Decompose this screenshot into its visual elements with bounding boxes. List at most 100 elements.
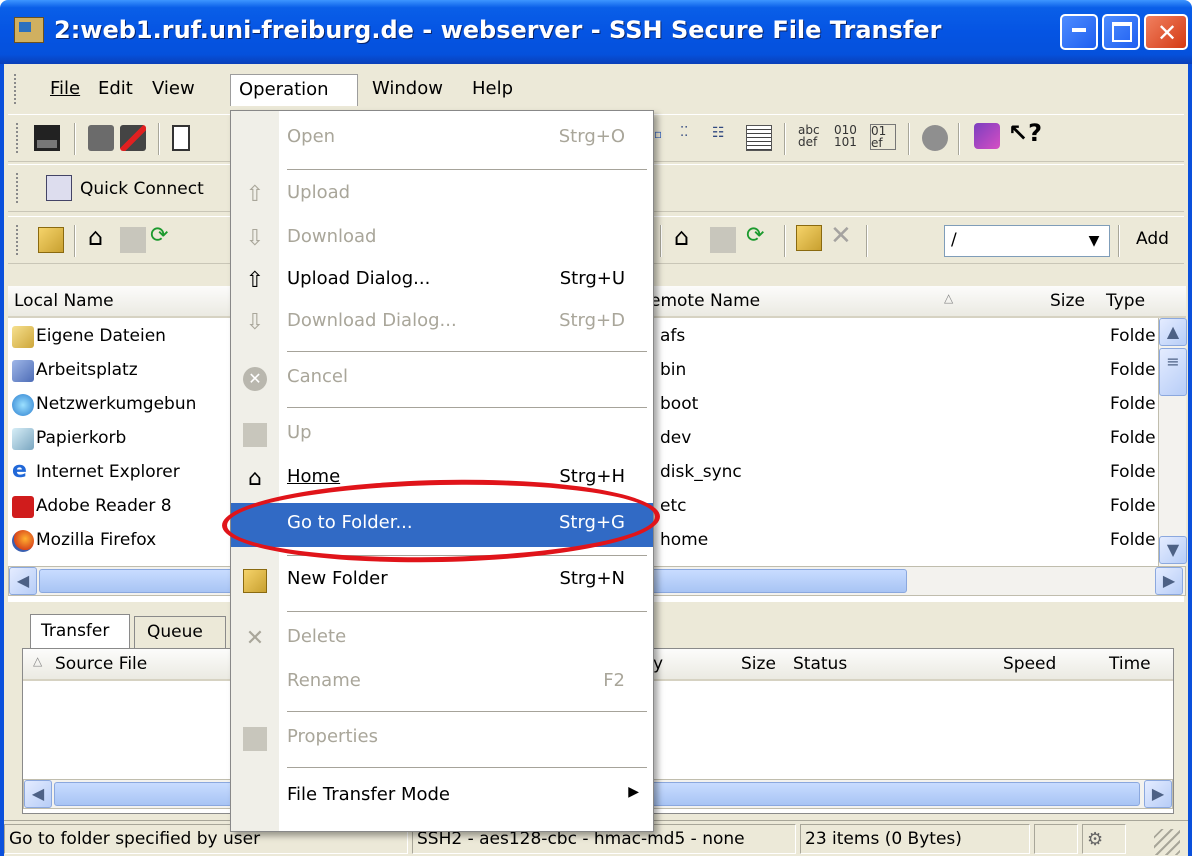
menu-separator (287, 611, 647, 612)
remote-home-icon[interactable]: ⌂ (674, 223, 700, 251)
minimize-button[interactable] (1060, 14, 1098, 50)
remote-refresh-icon[interactable]: ⟳ (746, 223, 772, 249)
menubar-grip[interactable] (14, 74, 19, 104)
title-bar[interactable]: 2:web1.ruf.uni-freiburg.de - webserver -… (0, 0, 1192, 64)
scroll-down-icon[interactable]: ▼ (1159, 536, 1187, 564)
scroll-thumb[interactable] (39, 569, 259, 593)
remote-path-value: / (951, 230, 957, 250)
download-icon: ⇩ (245, 310, 265, 335)
print-icon[interactable] (88, 125, 114, 151)
app-icon (14, 17, 44, 43)
quick-connect-icon (46, 175, 72, 201)
table-row[interactable]: disk_sync Folde (650, 458, 1160, 492)
close-button[interactable]: ✕ (1144, 14, 1188, 50)
table-row[interactable]: dev Folde (650, 424, 1160, 458)
tab-queue[interactable]: Queue (134, 616, 226, 648)
sort-indicator-icon: △ (33, 654, 43, 668)
toolbar-grip (16, 173, 21, 203)
destination-header[interactable]: y (653, 654, 663, 674)
local-name-header[interactable]: Local Name (14, 291, 114, 311)
ascii-mode-icon[interactable]: abc def (798, 124, 824, 150)
scroll-left-icon[interactable]: ◀ (24, 780, 52, 808)
menu-item-open[interactable]: Open Strg+O (231, 117, 653, 161)
add-button[interactable]: Add (1136, 229, 1169, 249)
status-header[interactable]: Status (793, 654, 847, 674)
menu-item-upload-dialog[interactable]: ⇧ Upload Dialog... Strg+U (231, 259, 653, 303)
remote-up-icon[interactable] (710, 227, 736, 253)
menu-window[interactable]: Window (364, 74, 451, 106)
local-folder-icon[interactable] (38, 227, 64, 253)
context-help-icon[interactable]: ↖? (1008, 119, 1042, 147)
speed-header[interactable]: Speed (1003, 654, 1056, 674)
help-book-icon[interactable] (974, 123, 1000, 149)
menu-item-download[interactable]: ⇩ Download (231, 217, 653, 261)
resize-grip-icon[interactable] (1154, 829, 1180, 855)
source-file-header[interactable]: Source File (55, 654, 147, 674)
menu-item-rename[interactable]: Rename F2 (231, 661, 653, 705)
menu-operation[interactable]: Operation (230, 74, 358, 106)
scroll-right-icon[interactable]: ▶ (1144, 780, 1172, 808)
scroll-up-icon[interactable]: ▲ (1159, 318, 1187, 346)
table-row[interactable]: bin Folde (650, 356, 1160, 390)
menu-item-delete[interactable]: ✕ Delete (231, 617, 653, 661)
stop-icon[interactable] (922, 125, 948, 151)
tab-transfer[interactable]: Transfer (30, 614, 130, 648)
remote-column-header[interactable]: emote Name △ Size Type (650, 286, 1186, 318)
quick-connect-button[interactable]: Quick Connect (80, 179, 204, 199)
auto-mode-icon[interactable]: 01 ef (870, 124, 896, 150)
local-refresh-icon[interactable]: ⟳ (150, 223, 176, 249)
menu-help[interactable]: Help (464, 74, 521, 106)
view-large-icon[interactable]: ▫ (654, 127, 670, 153)
remote-name-header[interactable]: emote Name (650, 291, 760, 311)
toolbar-separator (74, 225, 76, 257)
copy-icon[interactable] (172, 125, 190, 151)
menu-item-file-transfer-mode[interactable]: File Transfer Mode ▶ (231, 775, 653, 819)
disconnect-icon[interactable] (120, 125, 146, 151)
menu-item-download-dialog[interactable]: ⇩ Download Dialog... Strg+D (231, 301, 653, 345)
menu-item-upload[interactable]: ⇧ Upload (231, 173, 653, 217)
toolbar-separator (1118, 225, 1120, 257)
recycle-bin-icon (12, 428, 34, 450)
cancel-icon: ✕ (243, 367, 267, 391)
time-header[interactable]: Time (1109, 654, 1151, 674)
local-up-icon[interactable] (120, 227, 146, 253)
toolbar-separator (74, 123, 76, 155)
local-home-icon[interactable]: ⌂ (88, 223, 114, 251)
home-icon: ⌂ (248, 466, 262, 491)
view-small-icon[interactable]: ⁚⁚ (680, 125, 706, 151)
menu-edit[interactable]: Edit (90, 74, 141, 106)
menu-view[interactable]: View (144, 74, 203, 106)
table-row[interactable]: afs Folde (650, 322, 1160, 356)
scroll-thumb[interactable] (651, 569, 907, 593)
remote-size-header[interactable]: Size (1050, 291, 1085, 311)
menu-separator (287, 711, 647, 712)
close-icon: ✕ (1157, 19, 1178, 47)
save-icon[interactable] (34, 125, 60, 151)
maximize-button[interactable] (1102, 14, 1140, 50)
menu-item-new-folder[interactable]: New Folder Strg+N (231, 559, 653, 603)
menu-item-properties[interactable]: Properties (231, 717, 653, 761)
remote-type-header[interactable]: Type (1106, 291, 1145, 311)
delete-icon[interactable]: ✕ (830, 221, 856, 251)
delete-icon: ✕ (245, 626, 265, 651)
remote-path-combo[interactable]: / ▼ (944, 225, 1110, 257)
new-folder-icon[interactable] (796, 225, 822, 251)
menu-file[interactable]: File (42, 74, 88, 106)
scroll-thumb[interactable]: ≡ (1159, 348, 1187, 396)
view-list-icon[interactable]: ☷ (712, 125, 738, 151)
menu-item-up[interactable]: Up (231, 413, 653, 457)
chevron-down-icon[interactable]: ▼ (1081, 228, 1107, 254)
table-row[interactable]: boot Folde (650, 390, 1160, 424)
adobe-reader-icon (12, 496, 34, 518)
scroll-left-icon[interactable]: ◀ (9, 567, 37, 595)
binary-mode-icon[interactable]: 010 101 (834, 124, 860, 150)
status-items: 23 items (0 Bytes) (800, 824, 1030, 854)
view-details-icon[interactable] (746, 125, 772, 151)
table-row[interactable]: etc Folde (650, 492, 1160, 526)
size-header[interactable]: Size (741, 654, 776, 674)
remote-vertical-scrollbar[interactable]: ▲ ≡ ▼ (1158, 318, 1187, 566)
table-row[interactable]: home Folde (650, 526, 1160, 560)
scroll-right-icon[interactable]: ▶ (1155, 567, 1183, 595)
menu-item-cancel[interactable]: ✕ Cancel (231, 357, 653, 401)
remote-horizontal-scrollbar[interactable]: ▶ (650, 566, 1186, 596)
